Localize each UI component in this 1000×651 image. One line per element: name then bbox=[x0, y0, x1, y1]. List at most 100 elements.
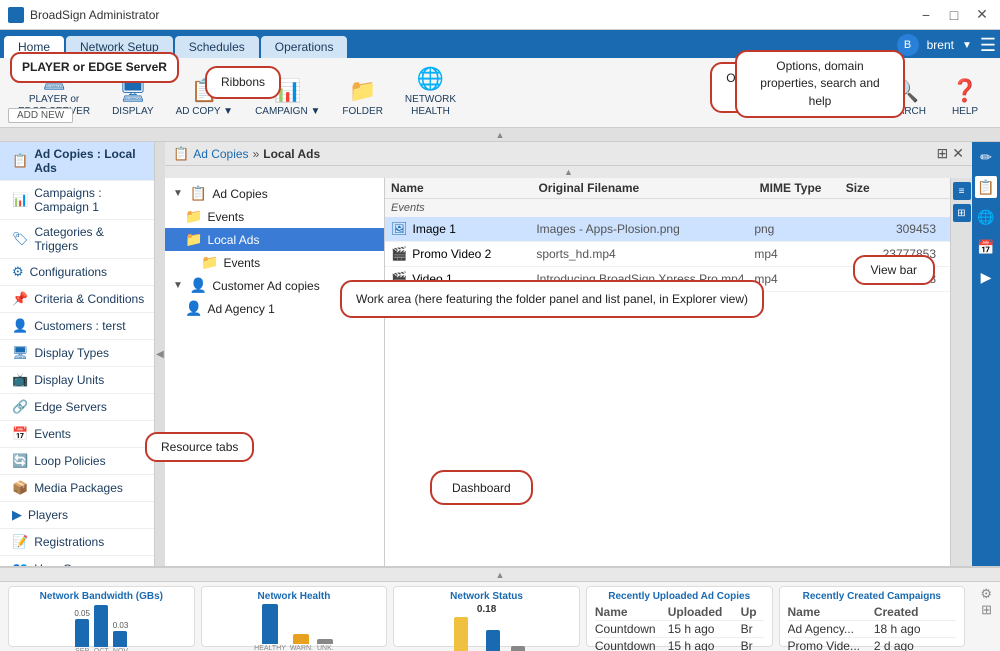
close-button[interactable]: ✕ bbox=[972, 7, 992, 23]
app-wrapper: BroadSign Administrator − □ ✕ Home Netwo… bbox=[0, 0, 1000, 651]
user-groups-icon: 👥 bbox=[12, 561, 28, 566]
health-bar-warn bbox=[293, 634, 309, 644]
ribbon-search[interactable]: 🔍 SEARCH bbox=[874, 74, 936, 120]
configurations-icon: ⚙ bbox=[12, 264, 24, 280]
sidebar-item-campaigns[interactable]: 📊 Campaigns : Campaign 1 bbox=[0, 181, 154, 220]
recent-campaigns-list: Name Created Ad Agency... 18 h ago Promo… bbox=[788, 604, 957, 651]
ribbon-campaign[interactable]: 📊 CAMPAIGN ▼ bbox=[245, 74, 330, 120]
sidebar-item-edge-servers-label: Edge Servers bbox=[34, 400, 107, 414]
right-panel-network-btn[interactable]: 🌐 bbox=[975, 206, 997, 228]
user-name[interactable]: brent bbox=[927, 38, 954, 52]
campaigns-icon: 📊 bbox=[12, 192, 28, 208]
folder-item-ad-copies-root[interactable]: ▼ 📋 Ad Copies bbox=[165, 182, 384, 205]
breadcrumb-close-button[interactable]: ✕ bbox=[952, 145, 964, 162]
ribbon-display[interactable]: 🖥 DISPLAY bbox=[102, 74, 164, 120]
ribbon-network-health[interactable]: 🌐 NETWORKHEALTH bbox=[395, 62, 466, 120]
sidebar-item-edge-servers[interactable]: 🔗 Edge Servers bbox=[0, 394, 154, 421]
bandwidth-bar-nov bbox=[113, 631, 127, 647]
campaigns-row-1[interactable]: Ad Agency... 18 h ago bbox=[788, 621, 957, 638]
ribbon-ad-copy[interactable]: 📋 AD COPY ▼ bbox=[166, 74, 244, 120]
list-item-image1-mime: png bbox=[754, 222, 839, 236]
right-panel-play-btn[interactable]: ▶ bbox=[975, 266, 997, 288]
sidebar-item-display-units[interactable]: 📺 Display Units bbox=[0, 367, 154, 394]
sidebar-item-players[interactable]: ▶ Players bbox=[0, 502, 154, 529]
uploads-row-1[interactable]: Countdown 15 h ago Br bbox=[595, 621, 764, 638]
ribbon-help[interactable]: ❓ HELP bbox=[938, 74, 992, 120]
display-units-icon: 📺 bbox=[12, 372, 28, 388]
sidebar-collapse-handle[interactable]: ◀ bbox=[155, 142, 165, 566]
dashboard-card-bandwidth: Network Bandwidth (GBs) 0.05 SEP OCT 0.0… bbox=[8, 586, 195, 647]
sidebar-item-user-groups-label: User Groups bbox=[34, 562, 102, 566]
tab-network-setup[interactable]: Network Setup bbox=[66, 36, 173, 58]
network-health-icon: 🌐 bbox=[417, 66, 444, 92]
right-panel: ✏ 📋 🌐 📅 ▶ bbox=[972, 142, 1000, 566]
search-icon: 🔍 bbox=[891, 78, 918, 104]
help-icon: ❓ bbox=[951, 78, 978, 104]
sidebar-item-loop-policies-label: Loop Policies bbox=[34, 454, 105, 468]
status-bar-offline bbox=[486, 630, 500, 651]
dashboard-gear-icon[interactable]: ⚙ bbox=[980, 586, 992, 602]
sidebar-item-registrations[interactable]: 📝 Registrations bbox=[0, 529, 154, 556]
maximize-button[interactable]: □ bbox=[944, 7, 964, 23]
dashboard-expand-icon[interactable]: ⊞ bbox=[981, 602, 992, 618]
right-panel-list-btn[interactable]: 📋 bbox=[975, 176, 997, 198]
list-item-image1[interactable]: 🖼 Image 1 Images - Apps-Plosion.png png … bbox=[385, 217, 950, 242]
sidebar-item-loop-policies[interactable]: 🔄 Loop Policies bbox=[0, 448, 154, 475]
sidebar-item-events[interactable]: 📅 Events bbox=[0, 421, 154, 448]
health-chart: HEALTHY WARN. UNK. bbox=[210, 604, 379, 651]
bandwidth-bar-oct bbox=[94, 605, 108, 647]
sidebar-item-customers[interactable]: 👤 Customers : terst bbox=[0, 313, 154, 340]
app-logo bbox=[8, 7, 24, 23]
folder-item-events-2[interactable]: 📁 Events bbox=[165, 251, 384, 274]
sidebar-item-criteria[interactable]: 📌 Criteria & Conditions bbox=[0, 286, 154, 313]
dashboard-card-recent-campaigns: Recently Created Campaigns Name Created … bbox=[779, 586, 966, 647]
folder-icon-events2: 📁 bbox=[201, 254, 218, 271]
breadcrumb-root-icon: 📋 bbox=[173, 146, 189, 162]
menu-hamburger-icon[interactable]: ☰ bbox=[980, 35, 996, 56]
user-avatar: B bbox=[897, 34, 919, 56]
right-panel-edit-btn[interactable]: ✏ bbox=[975, 146, 997, 168]
view-bar-btn-2[interactable]: ⊞ bbox=[953, 204, 971, 222]
list-item-promo-video2[interactable]: 🎬 Promo Video 2 sports_hd.mp4 mp4 237778… bbox=[385, 242, 950, 267]
campaigns-row-2[interactable]: Promo Vide... 2 d ago bbox=[788, 638, 957, 651]
sidebar-item-user-groups[interactable]: 👥 User Groups bbox=[0, 556, 154, 566]
folder-item-customer-ad-copies[interactable]: ▼ 👤 Customer Ad copies bbox=[165, 274, 384, 297]
col-header-mime: MIME Type bbox=[760, 181, 846, 195]
explorer-panels: ▼ 📋 Ad Copies 📁 Events 📁 Local Ads bbox=[165, 178, 972, 566]
folder-label-ad-agency: Ad Agency 1 bbox=[207, 302, 274, 316]
list-item-video1-orig: Introducing BroadSign Xpress Pro.mp4 bbox=[536, 272, 754, 286]
campaign-icon: 📊 bbox=[274, 78, 301, 104]
sidebar-item-ad-copies[interactable]: 📋 Ad Copies : Local Ads bbox=[0, 142, 154, 181]
criteria-icon: 📌 bbox=[12, 291, 28, 307]
menu-tabs: Home Network Setup Schedules Operations … bbox=[0, 30, 1000, 58]
tab-schedules[interactable]: Schedules bbox=[175, 36, 259, 58]
folder-item-events-1[interactable]: 📁 Events bbox=[165, 205, 384, 228]
breadcrumb-root[interactable]: Ad Copies bbox=[193, 147, 248, 161]
sidebar-item-display-types[interactable]: 🖥 Display Types bbox=[0, 340, 154, 367]
sidebar-item-events-label: Events bbox=[34, 427, 71, 441]
tab-home[interactable]: Home bbox=[4, 36, 64, 58]
list-scroll-top: ▲ bbox=[165, 166, 972, 178]
sidebar-item-campaigns-label: Campaigns : Campaign 1 bbox=[34, 186, 146, 214]
status-value: 0.18 bbox=[477, 604, 496, 615]
sidebar-item-media-packages[interactable]: 📦 Media Packages bbox=[0, 475, 154, 502]
right-panel-calendar-btn[interactable]: 📅 bbox=[975, 236, 997, 258]
list-item-video1[interactable]: 🎬 Video 1 Introducing BroadSign Xpress P… bbox=[385, 267, 950, 292]
sidebar-item-categories[interactable]: 🏷 Categories & Triggers bbox=[0, 220, 154, 259]
user-dropdown-icon[interactable]: ▼ bbox=[962, 40, 972, 51]
ribbon-folder[interactable]: 📁 FOLDER bbox=[332, 74, 393, 120]
minimize-button[interactable]: − bbox=[916, 7, 936, 23]
dashboard-card-recent-uploads: Recently Uploaded Ad Copies Name Uploade… bbox=[586, 586, 773, 647]
add-new-button[interactable]: ADD NEW bbox=[8, 108, 73, 123]
sidebar-item-configurations[interactable]: ⚙ Configurations bbox=[0, 259, 154, 286]
uploads-row-2[interactable]: Countdown 15 h ago Br bbox=[595, 638, 764, 651]
view-bar-btn-1[interactable]: ≡ bbox=[953, 182, 971, 200]
video-file-icon-1: 🎬 bbox=[391, 246, 407, 262]
tab-operations[interactable]: Operations bbox=[261, 36, 348, 58]
breadcrumb-restore-button[interactable]: ⊞ bbox=[937, 145, 949, 162]
recent-uploads-list: Name Uploaded Up Countdown 15 h ago Br C… bbox=[595, 604, 764, 651]
folder-item-local-ads[interactable]: 📁 Local Ads bbox=[165, 228, 384, 251]
search-label: SEARCH bbox=[884, 106, 926, 118]
folder-item-ad-agency[interactable]: 👤 Ad Agency 1 bbox=[165, 297, 384, 320]
col-header-original: Original Filename bbox=[538, 181, 759, 195]
